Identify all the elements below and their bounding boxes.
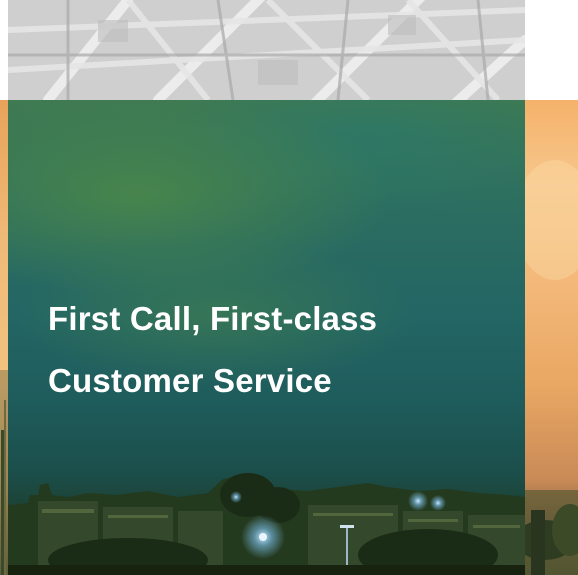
hero-banner: First Call, First-class Customer Service bbox=[0, 0, 578, 575]
hero-title: First Call, First-class Customer Service bbox=[48, 288, 508, 412]
hero-panel: First Call, First-class Customer Service bbox=[8, 100, 525, 575]
sunset-photo-left-strip bbox=[0, 100, 8, 575]
hero-title-line-1: First Call, First-class bbox=[48, 300, 378, 337]
steel-structure-photo bbox=[8, 0, 525, 100]
hero-title-line-2: Customer Service bbox=[48, 362, 332, 399]
sunset-photo-right-strip bbox=[525, 100, 578, 575]
city-skyline-image bbox=[8, 473, 525, 575]
